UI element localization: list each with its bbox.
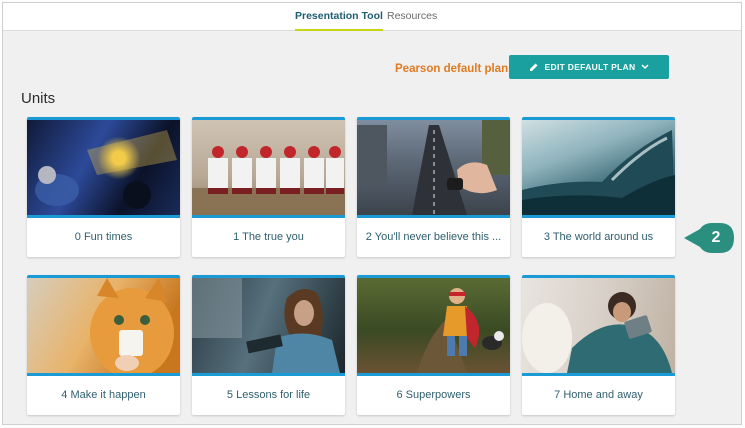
boy-tablet-photo	[522, 275, 675, 376]
edit-default-plan-label: EDIT DEFAULT PLAN	[544, 62, 636, 72]
unit-card[interactable]: 1 The true you	[192, 117, 345, 257]
edit-default-plan-button[interactable]: EDIT DEFAULT PLAN	[509, 55, 669, 79]
plan-name: Pearson default plan	[395, 63, 509, 75]
unit-card-label: 6 Superpowers	[396, 389, 471, 401]
city-road-photo	[357, 117, 510, 218]
unit-card[interactable]: 0 Fun times	[27, 117, 180, 257]
unit-card[interactable]: 4 Make it happen	[27, 275, 180, 415]
unit-card-label: 0 Fun times	[74, 231, 133, 243]
unit-card-label: 4 Make it happen	[61, 389, 146, 401]
top-nav: Presentation Tool Resources	[3, 3, 741, 31]
chevron-down-icon	[641, 64, 649, 70]
baseball-team-photo	[192, 117, 345, 218]
callout-number: 2	[711, 229, 721, 246]
unit-card[interactable]: 2 You'll never believe this ...	[357, 117, 510, 257]
go-kart-photo	[27, 117, 180, 218]
app-frame: Presentation Tool Resources Pearson defa…	[2, 2, 742, 425]
unit-card-label: 2 You'll never believe this ...	[365, 231, 502, 243]
unit-card[interactable]: 3 The world around us	[522, 117, 675, 257]
ocean-wave-photo	[522, 117, 675, 218]
unit-card-label: 5 Lessons for life	[226, 389, 311, 401]
cat-photo	[27, 275, 180, 376]
unit-card[interactable]: 5 Lessons for life	[192, 275, 345, 415]
reading-train-photo	[192, 275, 345, 376]
tab-resources[interactable]: Resources	[387, 3, 437, 30]
unit-card-label: 1 The true you	[233, 231, 304, 243]
tab-presentation-tool[interactable]: Presentation Tool	[295, 3, 383, 31]
units-heading: Units	[21, 90, 56, 107]
superhero-kid-photo	[357, 275, 510, 376]
unit-card[interactable]: 6 Superpowers	[357, 275, 510, 415]
unit-card-label: 3 The world around us	[543, 231, 654, 243]
pencil-icon	[529, 62, 539, 72]
unit-card-label: 7 Home and away	[554, 389, 643, 401]
unit-card[interactable]: 7 Home and away	[522, 275, 675, 415]
